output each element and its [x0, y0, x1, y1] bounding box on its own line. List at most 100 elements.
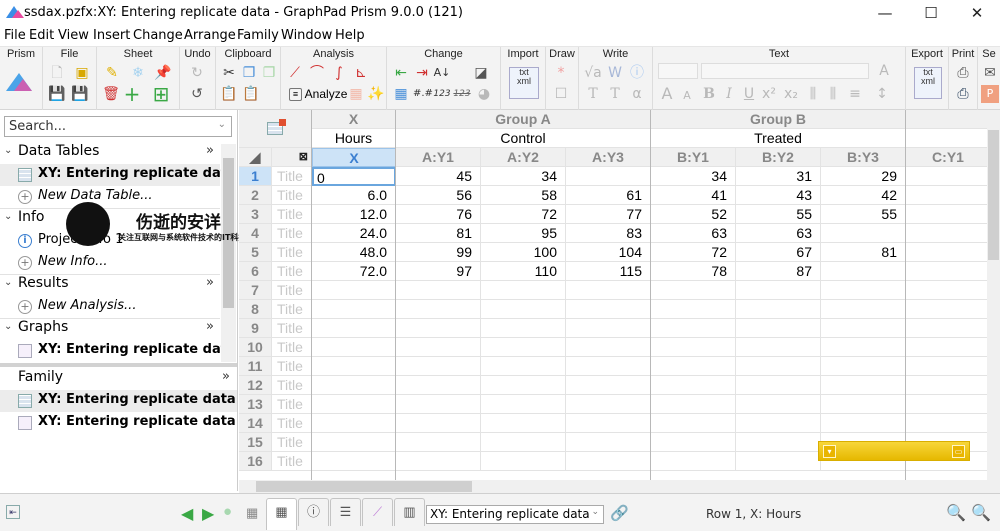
- add-column-icon[interactable]: ⊞: [152, 84, 170, 104]
- data-cell[interactable]: 29: [821, 167, 906, 186]
- export-icon[interactable]: txt xml: [914, 67, 942, 99]
- row-number[interactable]: 14: [239, 414, 272, 433]
- row-number[interactable]: 16: [239, 452, 272, 471]
- data-cell[interactable]: [396, 281, 481, 300]
- data-cell[interactable]: [906, 205, 987, 224]
- data-cell[interactable]: 56: [396, 186, 481, 205]
- data-cell[interactable]: [396, 319, 481, 338]
- select-all-corner[interactable]: ◢: [239, 148, 272, 167]
- data-cell[interactable]: 115: [566, 262, 651, 281]
- menu-family[interactable]: Family: [237, 28, 279, 43]
- nav-item-project-info[interactable]: i Project info 1: [0, 230, 220, 252]
- save-icon[interactable]: 💾: [48, 85, 66, 103]
- sheet-gallery-icon[interactable]: ▦: [246, 505, 258, 521]
- row-title[interactable]: Title: [272, 262, 312, 281]
- data-cell[interactable]: [566, 281, 651, 300]
- horizontal-scrollbar[interactable]: [239, 480, 1000, 493]
- row-title[interactable]: Title: [272, 243, 312, 262]
- data-cell[interactable]: [736, 395, 821, 414]
- family-item-graph[interactable]: XY: Entering replicate data: [0, 412, 236, 434]
- row-number[interactable]: 8: [239, 300, 272, 319]
- data-cell[interactable]: [651, 414, 736, 433]
- menu-view[interactable]: View: [58, 28, 89, 43]
- align-icon[interactable]: ≡: [846, 85, 864, 103]
- data-cell[interactable]: [736, 433, 821, 452]
- data-cell[interactable]: [651, 281, 736, 300]
- tab-layouts[interactable]: ▥: [394, 498, 425, 526]
- menu-help[interactable]: Help: [335, 28, 365, 43]
- data-cell[interactable]: [481, 395, 566, 414]
- navigator-scrollbar[interactable]: [221, 144, 236, 362]
- x-cell[interactable]: [312, 452, 396, 471]
- row-title[interactable]: Title: [272, 395, 312, 414]
- row-number[interactable]: 7: [239, 281, 272, 300]
- undo-icon[interactable]: ↺: [188, 85, 206, 103]
- decimal-icon[interactable]: 123: [433, 85, 451, 103]
- survival-curve-icon[interactable]: ⊾: [352, 64, 370, 82]
- menu-change[interactable]: Change: [133, 28, 183, 43]
- row-number[interactable]: 5: [239, 243, 272, 262]
- magnifier-icon[interactable]: ●: [223, 503, 232, 520]
- data-cell[interactable]: [566, 357, 651, 376]
- info-constant-icon[interactable]: ⓘ: [628, 64, 646, 82]
- row-number[interactable]: 13: [239, 395, 272, 414]
- nav-item-data-table[interactable]: XY: Entering replicate data: [0, 164, 236, 186]
- data-cell[interactable]: 83: [566, 224, 651, 243]
- tab-graphs[interactable]: ⟋: [362, 498, 393, 526]
- data-cell[interactable]: [821, 338, 906, 357]
- x-cell[interactable]: [312, 300, 396, 319]
- x-cell[interactable]: [312, 357, 396, 376]
- data-cell[interactable]: [481, 319, 566, 338]
- data-cell[interactable]: [821, 224, 906, 243]
- group-title[interactable]: Treated: [651, 129, 906, 148]
- data-cell[interactable]: 52: [651, 205, 736, 224]
- chevron-down-icon[interactable]: ⌄: [4, 211, 12, 222]
- data-cell[interactable]: [566, 319, 651, 338]
- minimize-button[interactable]: —: [862, 0, 908, 27]
- minimize-toolbar-icon[interactable]: ▭: [952, 445, 965, 458]
- close-button[interactable]: ✕: [954, 0, 1000, 27]
- print-icon[interactable]: ⎙: [954, 64, 972, 82]
- font-size-select[interactable]: [658, 63, 698, 79]
- sort-icon[interactable]: A↓: [433, 64, 451, 82]
- data-cell[interactable]: [736, 338, 821, 357]
- nav-item-graph[interactable]: XY: Entering replicate data: [0, 340, 236, 362]
- menu-arrange[interactable]: Arrange: [184, 28, 236, 43]
- increase-font-icon[interactable]: A: [658, 85, 676, 103]
- linear-regression-icon[interactable]: ⟋: [286, 64, 304, 82]
- move-right-icon[interactable]: ⇥: [413, 64, 431, 82]
- row-number[interactable]: 4: [239, 224, 272, 243]
- redo-icon[interactable]: ↻: [188, 64, 206, 82]
- data-cell[interactable]: [821, 414, 906, 433]
- data-cell[interactable]: [481, 300, 566, 319]
- data-cell[interactable]: 43: [736, 186, 821, 205]
- data-cell[interactable]: 76: [396, 205, 481, 224]
- text-icon[interactable]: T: [584, 85, 602, 103]
- row-title[interactable]: Title: [272, 281, 312, 300]
- collapse-navigator-icon[interactable]: ⇤: [6, 505, 20, 519]
- data-cell[interactable]: [736, 414, 821, 433]
- paste-icon[interactable]: 📋: [220, 85, 238, 103]
- section-graphs[interactable]: ⌄ Graphs »: [0, 318, 220, 340]
- email-icon[interactable]: ✉: [981, 64, 999, 82]
- group-title[interactable]: Control: [396, 129, 651, 148]
- group-header[interactable]: Group A: [396, 110, 651, 129]
- scroll-thumb[interactable]: [223, 158, 234, 308]
- data-cell[interactable]: 61: [566, 186, 651, 205]
- row-title[interactable]: Title: [272, 319, 312, 338]
- data-cell[interactable]: [481, 281, 566, 300]
- family-item-data-table[interactable]: XY: Entering replicate data: [0, 390, 237, 412]
- data-cell[interactable]: [396, 414, 481, 433]
- data-cell[interactable]: [821, 319, 906, 338]
- data-cell[interactable]: [821, 262, 906, 281]
- data-cell[interactable]: [481, 452, 566, 471]
- data-cell[interactable]: [821, 357, 906, 376]
- data-cell[interactable]: [396, 376, 481, 395]
- data-cell[interactable]: [651, 319, 736, 338]
- data-cell[interactable]: 55: [736, 205, 821, 224]
- data-cell[interactable]: [396, 338, 481, 357]
- data-cell[interactable]: [651, 452, 736, 471]
- group-header[interactable]: [906, 110, 987, 129]
- row-number[interactable]: 10: [239, 338, 272, 357]
- scroll-thumb[interactable]: [988, 130, 999, 260]
